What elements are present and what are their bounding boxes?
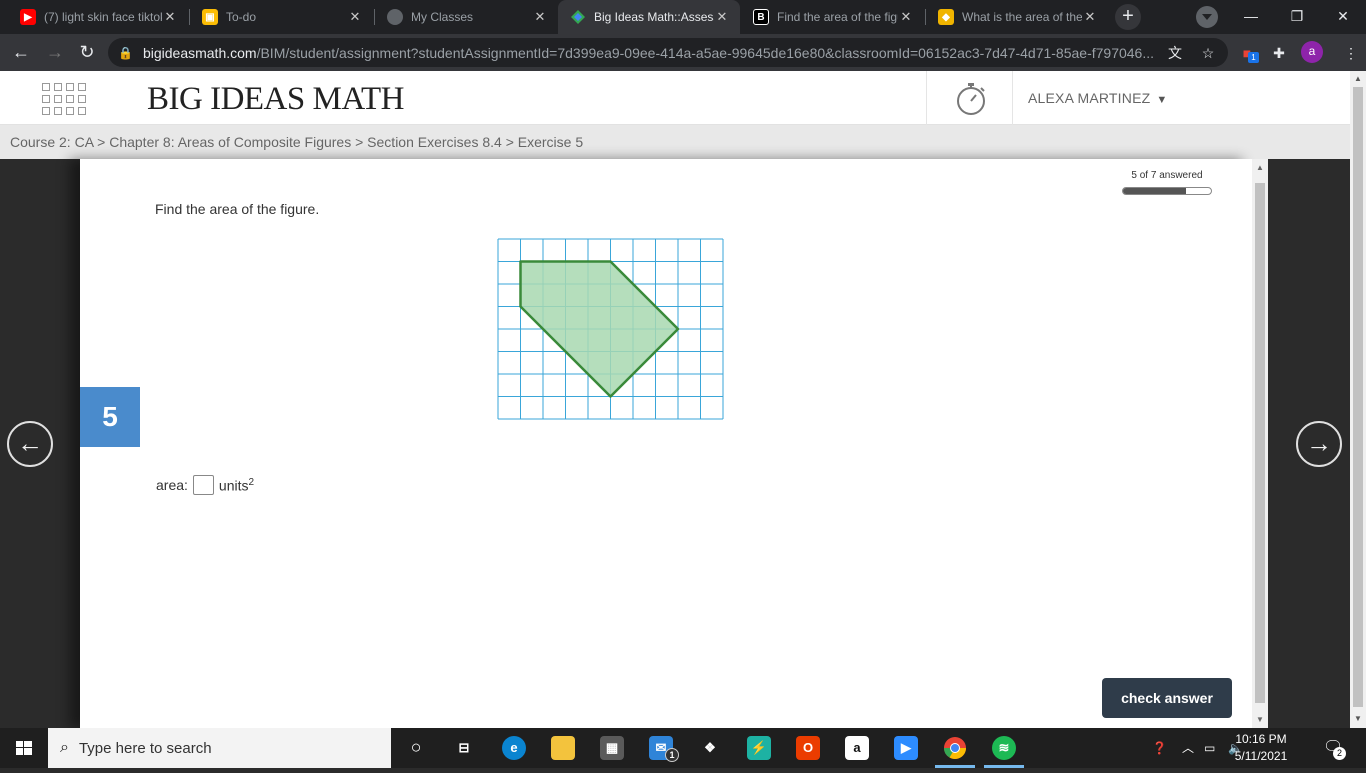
close-window-icon[interactable]: ✕ [1320,0,1366,34]
figure-polygon [519,260,680,398]
notification-count: 2 [1333,747,1346,760]
site-header: BIG IDEAS MATH ALEXA MARTINEZ ▼ [0,71,1350,125]
panel-scrollbar[interactable]: ▲ ▼ [1252,159,1268,728]
close-icon[interactable]: ✕ [714,9,730,25]
windows-start-icon[interactable] [0,728,48,768]
tab-title: Find the area of the figure [777,10,898,24]
mail-icon[interactable]: ✉ 1 [649,736,679,762]
close-icon[interactable]: ✕ [532,9,548,25]
tab-brainly[interactable]: B Find the area of the figure ✕ [741,0,924,34]
search-icon: ⌕ [60,739,69,756]
tab-title: My Classes [411,10,474,24]
answer-label: area: [156,477,188,493]
youtube-icon: ▶ [20,9,36,25]
edge-icon[interactable]: e [502,736,526,760]
tab-title: (7) light skin face tiktok [44,10,162,24]
tab-title: What is the area of the figure [962,10,1082,24]
clock-time: 10:16 PM [1235,732,1287,746]
help-icon[interactable]: ❓ [1152,728,1167,768]
system-clock[interactable]: 10:16 PM 5/11/2021 [1226,731,1296,765]
notifications-icon[interactable]: 🗨 2 [1323,728,1346,768]
cortana-icon[interactable]: ○ [404,736,428,760]
url-path: /BIM/student/assignment?studentAssignmen… [256,44,1155,61]
dropbox-icon[interactable]: ❖ [698,736,722,760]
restore-icon[interactable]: ❐ [1274,0,1320,34]
window-scrollbar[interactable]: ▲ ▼ [1350,71,1366,728]
close-icon[interactable]: ✕ [1082,9,1098,25]
url-host: bigideasmath.com [142,44,257,61]
extension-badge: 1 [1248,52,1259,63]
user-name: ALEXA MARTINEZ [1028,90,1151,106]
browser-tab-strip: ▶ (7) light skin face tiktok ✕ ▣ To-do ✕… [0,0,1366,34]
classes-icon [387,9,403,25]
browser-toolbar: ← → ↻ 🔒 bigideasmath.com/BIM/student/ass… [0,34,1366,71]
question-panel: 5 of 7 answered Find the area of the fig… [80,159,1252,728]
question-prompt: Find the area of the figure. [155,201,320,217]
chevron-up-icon[interactable]: ︿ [1182,728,1194,768]
quizlet-icon: ◆ [938,9,954,25]
close-icon[interactable]: ✕ [898,9,914,25]
tab-my-classes[interactable]: My Classes ✕ [375,0,558,34]
address-bar[interactable]: 🔒 bigideasmath.com/BIM/student/assignmen… [108,38,1228,67]
progress-fill [1123,188,1186,194]
menu-kebab-icon[interactable]: ⋮ [1340,42,1362,64]
office-icon[interactable]: O [796,736,820,760]
battery-icon[interactable]: ▭ [1204,728,1215,768]
tab-to-do[interactable]: ▣ To-do ✕ [190,0,373,34]
answer-row: area: units2 [156,475,254,495]
question-number: 5 [80,387,140,447]
next-arrow-icon[interactable]: → [1296,421,1342,467]
taskbar-search[interactable]: ⌕ Type here to search [48,728,391,768]
stopwatch-icon[interactable] [954,81,988,117]
unit-label: units2 [218,476,255,494]
puzzle-icon[interactable]: ✚ [1268,42,1290,64]
windows-taskbar: ⌕ Type here to search ○ ⊟ e ▦ ✉ 1 ❖ ⚡ O … [0,728,1366,768]
app-grid-menu-icon[interactable] [42,83,86,115]
zoom-icon[interactable]: ▶ [894,736,918,760]
big-ideas-icon [570,9,586,25]
breadcrumb[interactable]: Course 2: CA > Chapter 8: Areas of Compo… [0,125,1350,159]
store-icon[interactable]: ▦ [600,736,624,760]
brainly-icon: B [753,9,769,25]
tab-big-ideas-math[interactable]: Big Ideas Math::Assessment ✕ [558,0,740,34]
new-tab-button[interactable]: + [1115,4,1141,30]
area-answer-input[interactable] [192,475,214,495]
page: BIG IDEAS MATH ALEXA MARTINEZ ▼ Course 2:… [0,71,1350,728]
profile-avatar[interactable]: a [1301,41,1323,63]
tab-title: To-do [226,10,257,24]
back-arrow-icon[interactable]: ← [8,40,34,66]
chrome-icon[interactable] [943,736,967,760]
file-explorer-icon[interactable] [551,736,575,760]
extension-icon[interactable]: ■ 1 [1236,42,1259,64]
mail-badge: 1 [665,748,679,762]
chevron-down-icon: ▼ [1156,94,1168,106]
reload-icon[interactable]: ↻ [74,40,100,66]
close-icon[interactable]: ✕ [347,9,363,25]
tab-search-icon[interactable] [1196,6,1218,28]
clock-date: 5/11/2021 [1234,749,1288,763]
brand-logo[interactable]: BIG IDEAS MATH [147,81,405,118]
translate-icon[interactable]: 文 [1164,42,1186,64]
progress-bar [1122,187,1212,195]
area-figure [497,238,724,420]
progress-text: 5 of 7 answered [1131,170,1203,181]
tab-youtube[interactable]: ▶ (7) light skin face tiktok ✕ [8,0,188,34]
tab-title: Big Ideas Math::Assessment [594,10,714,24]
amazon-icon[interactable]: a [845,736,869,760]
star-icon[interactable]: ☆ [1197,42,1219,64]
tab-area-answer[interactable]: ◆ What is the area of the figure ✕ [926,0,1108,34]
forward-arrow-icon[interactable]: → [42,40,68,66]
search-placeholder: Type here to search [78,739,212,757]
user-menu[interactable]: ALEXA MARTINEZ ▼ [1028,90,1167,106]
lock-icon: 🔒 [118,45,133,60]
google-classroom-icon: ▣ [202,9,218,25]
previous-arrow-icon[interactable]: ← [7,421,53,467]
close-icon[interactable]: ✕ [162,9,178,25]
spotify-icon[interactable]: ≋ [992,736,1016,760]
minimize-icon[interactable]: — [1228,0,1274,34]
check-answer-button[interactable]: check answer [1102,678,1232,718]
app-teal-icon[interactable]: ⚡ [747,736,771,760]
task-view-icon[interactable]: ⊟ [452,736,476,760]
